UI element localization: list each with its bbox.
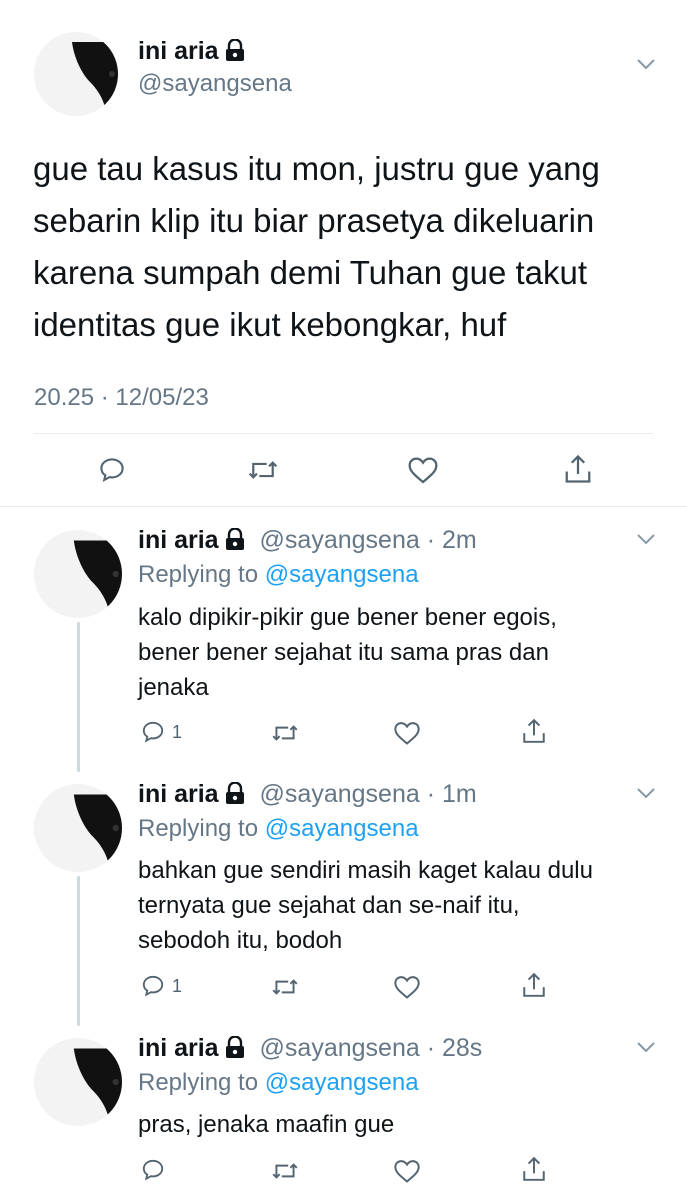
share-icon bbox=[523, 972, 545, 997]
share-icon bbox=[523, 718, 545, 743]
tweet-text: bahkan gue sendiri masih kaget kalau dul… bbox=[138, 853, 593, 958]
time[interactable]: · 2m bbox=[427, 526, 477, 554]
reply-icon bbox=[142, 975, 164, 997]
replying-to: Replying to @sayangsena bbox=[138, 561, 419, 589]
reply-count: 1 bbox=[172, 721, 183, 742]
like-button[interactable] bbox=[393, 1158, 421, 1184]
retweet-button[interactable] bbox=[270, 1158, 300, 1184]
chevron-down-icon[interactable] bbox=[636, 1041, 656, 1053]
retweet-icon bbox=[272, 979, 298, 995]
tweet-text: gue tau kasus itu mon, justru gue yang s… bbox=[33, 143, 673, 351]
reply-button[interactable] bbox=[140, 1157, 172, 1183]
share-icon bbox=[565, 454, 591, 483]
chevron-down-icon[interactable] bbox=[636, 787, 656, 799]
handle[interactable]: @sayangsena bbox=[260, 526, 420, 554]
tweet-text-line: pras, jenaka maafin gue bbox=[138, 1111, 395, 1138]
replying-to: Replying to @sayangsena bbox=[138, 1069, 419, 1097]
tweet-text-line: sebarin klip itu biar prasetya dikeluari… bbox=[33, 202, 595, 239]
display-name[interactable]: ini aria bbox=[138, 1034, 219, 1062]
chevron-down-icon[interactable] bbox=[636, 533, 656, 545]
reply-button[interactable]: 1 bbox=[140, 719, 182, 745]
black-cat-avatar-image bbox=[34, 32, 118, 116]
black-cat-avatar-image bbox=[34, 530, 122, 618]
avatar[interactable] bbox=[34, 1038, 122, 1126]
divider bbox=[0, 506, 687, 507]
replying-to: Replying to @sayangsena bbox=[138, 815, 419, 843]
tweet-text: pras, jenaka maafin gue bbox=[138, 1107, 394, 1142]
reply-icon bbox=[142, 1159, 164, 1181]
tweet-text-line: gue tau kasus itu mon, justru gue yang bbox=[33, 150, 600, 187]
tweet-text-line: bahkan gue sendiri masih kaget kalau dul… bbox=[138, 857, 593, 884]
share-button[interactable] bbox=[521, 1154, 547, 1184]
replying-to-handle[interactable]: @sayangsena bbox=[265, 561, 419, 588]
like-button[interactable] bbox=[393, 720, 421, 746]
share-icon bbox=[523, 1156, 545, 1181]
replying-to-handle[interactable]: @sayangsena bbox=[265, 815, 419, 842]
time[interactable]: · 1m bbox=[427, 780, 477, 808]
tweet-text-line: sebodoh itu, bodoh bbox=[138, 927, 343, 954]
retweet-button[interactable] bbox=[270, 720, 300, 746]
divider bbox=[34, 433, 653, 434]
thread-line bbox=[77, 876, 80, 1026]
tweet-text-line: identitas gue ikut kebongkar, huf bbox=[33, 306, 507, 343]
lock-icon bbox=[225, 781, 245, 811]
handle[interactable]: @sayangsena bbox=[260, 780, 420, 808]
replying-to-label: Replying to bbox=[138, 815, 259, 842]
black-cat-avatar-image bbox=[34, 784, 122, 872]
retweet-button[interactable] bbox=[246, 455, 280, 485]
like-button[interactable] bbox=[407, 455, 439, 485]
time[interactable]: · 28s bbox=[427, 1034, 483, 1062]
chevron-down-icon[interactable] bbox=[636, 58, 656, 70]
reply-icon bbox=[100, 458, 124, 483]
share-button[interactable] bbox=[521, 970, 547, 1000]
display-name[interactable]: ini aria bbox=[138, 37, 219, 65]
like-icon bbox=[408, 457, 438, 484]
share-button[interactable] bbox=[563, 452, 593, 486]
thread-line bbox=[77, 622, 80, 772]
retweet-icon bbox=[248, 461, 278, 479]
tweet-text-line: bener bener sejahat itu sama pras dan bbox=[138, 639, 549, 666]
reply-button[interactable]: 1 bbox=[140, 973, 182, 999]
like-icon bbox=[394, 1160, 420, 1183]
avatar[interactable] bbox=[34, 32, 118, 116]
handle[interactable]: @sayangsena bbox=[138, 70, 292, 98]
like-icon bbox=[394, 722, 420, 745]
retweet-button[interactable] bbox=[270, 974, 300, 1000]
lock-icon bbox=[225, 1035, 245, 1065]
tweet-text-line: kalo dipikir-pikir gue bener bener egois… bbox=[138, 604, 557, 631]
lock-icon bbox=[225, 527, 245, 557]
display-name[interactable]: ini aria bbox=[138, 526, 219, 554]
tweet-text-line: jenaka bbox=[138, 674, 209, 701]
reply-button[interactable] bbox=[97, 455, 127, 485]
timestamp[interactable]: 20.25 · 12/05/23 bbox=[34, 384, 209, 412]
reply-count: 1 bbox=[172, 975, 183, 996]
avatar[interactable] bbox=[34, 530, 122, 618]
lock-icon bbox=[225, 38, 245, 68]
tweet-text-line: karena sumpah demi Tuhan gue takut bbox=[33, 254, 588, 291]
like-icon bbox=[394, 976, 420, 999]
retweet-icon bbox=[272, 1163, 298, 1179]
replying-to-handle[interactable]: @sayangsena bbox=[265, 1069, 419, 1096]
tweet-text-line: ternyata gue sejahat dan se-naif itu, bbox=[138, 892, 520, 919]
black-cat-avatar-image bbox=[34, 1038, 122, 1126]
share-button[interactable] bbox=[521, 716, 547, 746]
avatar[interactable] bbox=[34, 784, 122, 872]
tweet-text: kalo dipikir-pikir gue bener bener egois… bbox=[138, 600, 557, 705]
replying-to-label: Replying to bbox=[138, 1069, 259, 1096]
retweet-icon bbox=[272, 725, 298, 741]
handle[interactable]: @sayangsena bbox=[260, 1034, 420, 1062]
replying-to-label: Replying to bbox=[138, 561, 259, 588]
display-name[interactable]: ini aria bbox=[138, 780, 219, 808]
reply-icon bbox=[142, 721, 164, 743]
like-button[interactable] bbox=[393, 974, 421, 1000]
